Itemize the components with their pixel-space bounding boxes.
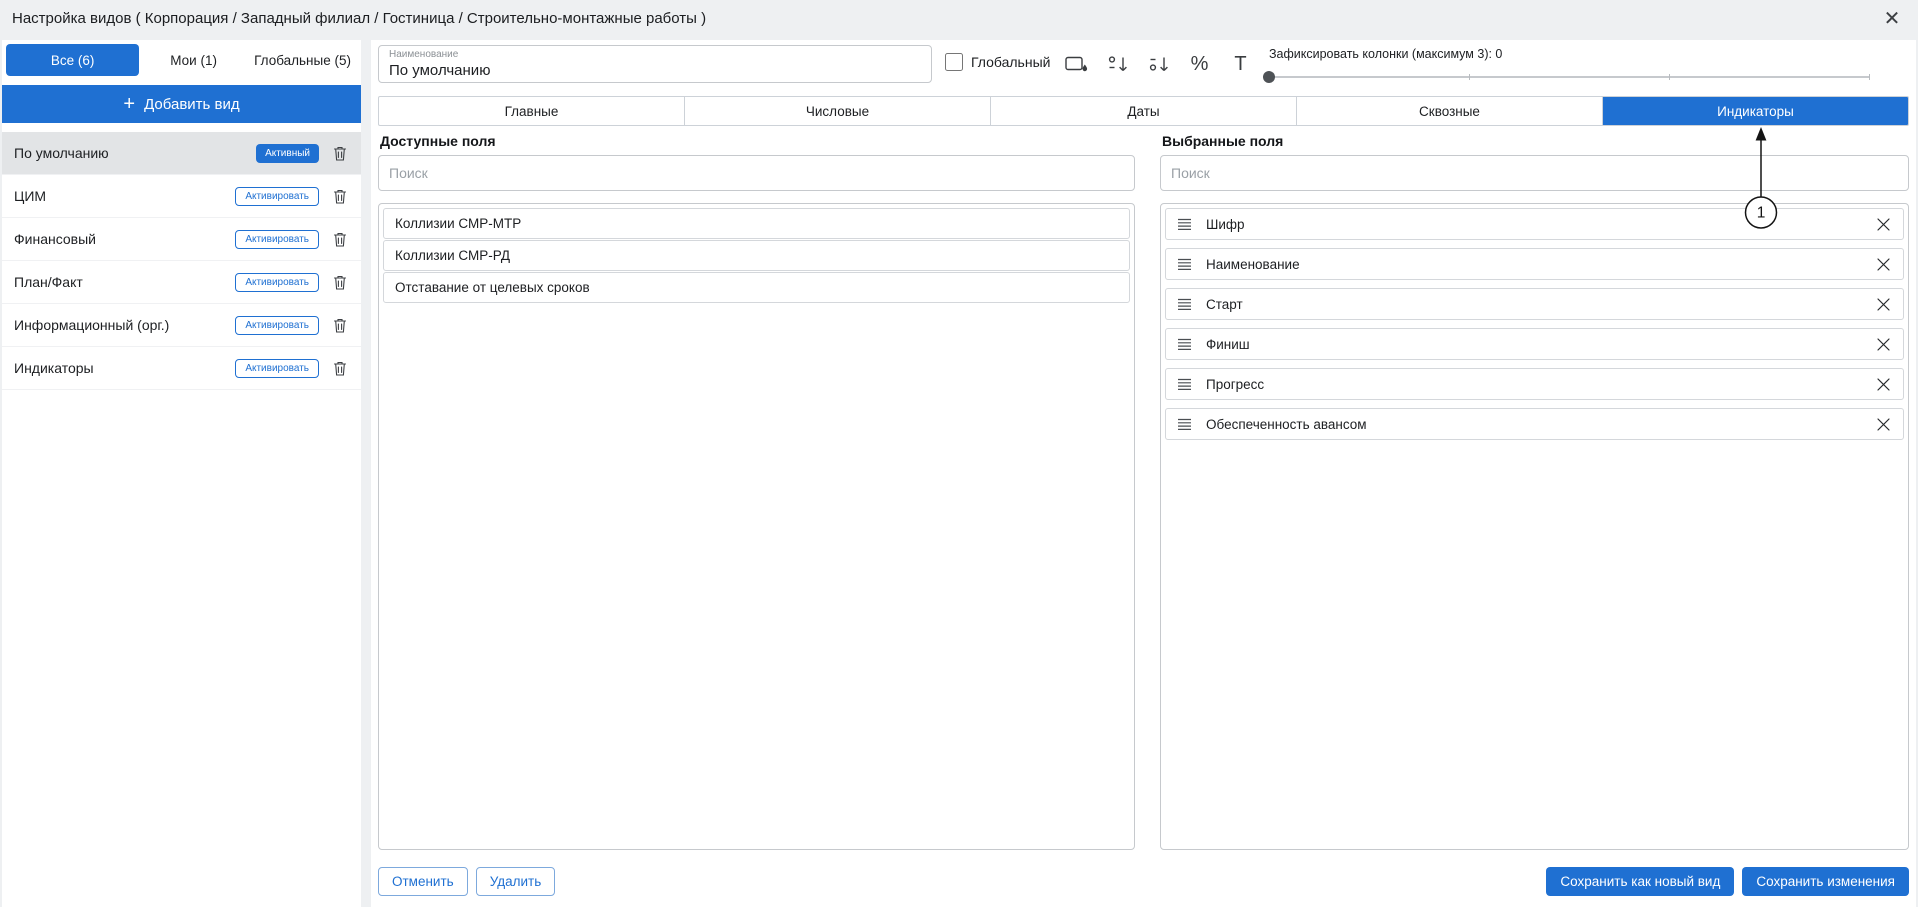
available-field-row[interactable]: Коллизии СМР-РД (383, 240, 1130, 271)
add-view-label: Добавить вид (144, 96, 240, 113)
save-as-new-view-button[interactable]: Сохранить как новый вид (1546, 867, 1734, 896)
selected-field-row[interactable]: Прогресс (1165, 368, 1904, 400)
activate-button[interactable]: Активировать (235, 187, 319, 206)
global-checkbox-group: Глобальный (945, 53, 1050, 71)
view-name: Индикаторы (14, 360, 94, 376)
selected-field-row[interactable]: Наименование (1165, 248, 1904, 280)
text-format-icon[interactable]: T (1227, 51, 1254, 78)
activate-button[interactable]: Активировать (235, 230, 319, 249)
plus-icon: + (123, 94, 135, 114)
selected-field-row[interactable]: Обеспеченность авансом (1165, 408, 1904, 440)
activate-button[interactable]: Активировать (235, 359, 319, 378)
selected-field-label: Наименование (1206, 257, 1300, 272)
remove-field-icon[interactable] (1875, 336, 1892, 353)
selected-field-row[interactable]: Старт (1165, 288, 1904, 320)
activate-button[interactable]: Активировать (235, 316, 319, 335)
available-fields-title: Доступные поля (380, 133, 496, 149)
format-toolbar: % T (1063, 50, 1254, 78)
remove-field-icon[interactable] (1875, 216, 1892, 233)
view-list: По умолчанию Активный ЦИМ Активировать (2, 132, 361, 390)
selected-field-label: Старт (1206, 297, 1243, 312)
available-fields-list: Коллизии СМР-МТР Коллизии СМР-РД Отстава… (378, 203, 1135, 850)
sidebar-tab[interactable]: Мои (1) (139, 44, 248, 76)
selected-field-label: Прогресс (1206, 377, 1264, 392)
add-view-button[interactable]: + Добавить вид (2, 85, 361, 123)
sort-ascending-icon[interactable] (1104, 51, 1131, 78)
remove-field-icon[interactable] (1875, 296, 1892, 313)
sort-descending-icon[interactable] (1145, 51, 1172, 78)
cancel-button[interactable]: Отменить (378, 867, 468, 896)
selected-fields-list: Шифр Наименование (1160, 203, 1909, 850)
field-category-tab[interactable]: Индикаторы (1603, 97, 1908, 125)
drag-handle-icon[interactable] (1177, 258, 1192, 271)
available-fields-search-input[interactable] (378, 155, 1135, 191)
page-title: Настройка видов ( Корпорация / Западный … (12, 10, 706, 27)
view-name-input[interactable] (389, 62, 919, 79)
selected-fields-title: Выбранные поля (1162, 133, 1283, 149)
window-header: Настройка видов ( Корпорация / Западный … (0, 0, 1918, 38)
selected-field-row[interactable]: Финиш (1165, 328, 1904, 360)
view-row[interactable]: Индикаторы Активировать (2, 347, 361, 390)
freeze-columns-slider[interactable] (1269, 70, 1869, 84)
field-category-tab[interactable]: Даты (991, 97, 1297, 125)
view-name: План/Факт (14, 274, 83, 290)
view-name-field-label: Наименование (389, 49, 458, 60)
view-name: Финансовый (14, 231, 96, 247)
field-category-tab[interactable]: Числовые (685, 97, 991, 125)
trash-icon[interactable] (331, 359, 349, 377)
selected-field-label: Шифр (1206, 217, 1245, 232)
available-field-row[interactable]: Коллизии СМР-МТР (383, 208, 1130, 239)
selected-field-label: Обеспеченность авансом (1206, 417, 1367, 432)
view-name: По умолчанию (14, 145, 109, 161)
view-row[interactable]: По умолчанию Активный (2, 132, 361, 175)
delete-button[interactable]: Удалить (476, 867, 556, 896)
drag-handle-icon[interactable] (1177, 418, 1192, 431)
view-row[interactable]: План/Факт Активировать (2, 261, 361, 304)
trash-icon[interactable] (331, 273, 349, 291)
sidebar-tab[interactable]: Все (6) (6, 44, 139, 76)
available-field-row[interactable]: Отставание от целевых сроков (383, 272, 1130, 303)
view-name: Информационный (орг.) (14, 317, 169, 333)
field-category-tab[interactable]: Главные (379, 97, 685, 125)
footer-right-actions: Сохранить как новый вид Сохранить измене… (1546, 867, 1909, 896)
slider-track[interactable] (1269, 76, 1869, 78)
remove-field-icon[interactable] (1875, 376, 1892, 393)
selected-fields-search-input[interactable] (1160, 155, 1909, 191)
trash-icon[interactable] (331, 144, 349, 162)
views-sidebar: Все (6) Мои (1) Глобальные (5) + Добавит… (2, 40, 361, 907)
view-row[interactable]: ЦИМ Активировать (2, 175, 361, 218)
active-status-badge: Активный (256, 144, 319, 163)
slider-thumb[interactable] (1263, 71, 1275, 83)
view-name: ЦИМ (14, 188, 46, 204)
selected-field-row[interactable]: Шифр (1165, 208, 1904, 240)
view-name-field[interactable]: Наименование (378, 45, 932, 83)
sidebar-tab[interactable]: Глобальные (5) (248, 44, 357, 76)
view-row[interactable]: Финансовый Активировать (2, 218, 361, 261)
trash-icon[interactable] (331, 187, 349, 205)
global-checkbox-label: Глобальный (971, 54, 1050, 70)
footer-left-actions: Отменить Удалить (378, 867, 555, 896)
drag-handle-icon[interactable] (1177, 338, 1192, 351)
close-icon[interactable]: ✕ (1880, 7, 1904, 31)
trash-icon[interactable] (331, 230, 349, 248)
drag-handle-icon[interactable] (1177, 298, 1192, 311)
sidebar-tabs: Все (6) Мои (1) Глобальные (5) (6, 44, 357, 76)
activate-button[interactable]: Активировать (235, 273, 319, 292)
field-category-tabs: Главные Числовые Даты Сквозные Индикатор… (378, 96, 1909, 126)
view-row[interactable]: Информационный (орг.) Активировать (2, 304, 361, 347)
save-changes-button[interactable]: Сохранить изменения (1742, 867, 1909, 896)
drag-handle-icon[interactable] (1177, 218, 1192, 231)
field-category-tab[interactable]: Сквозные (1297, 97, 1603, 125)
percent-icon[interactable]: % (1186, 51, 1213, 78)
view-editor-panel: Наименование Глобальный (371, 40, 1916, 907)
drag-handle-icon[interactable] (1177, 378, 1192, 391)
global-checkbox[interactable] (945, 53, 963, 71)
remove-field-icon[interactable] (1875, 256, 1892, 273)
fill-color-icon[interactable] (1063, 51, 1090, 78)
trash-icon[interactable] (331, 316, 349, 334)
remove-field-icon[interactable] (1875, 416, 1892, 433)
selected-field-label: Финиш (1206, 337, 1250, 352)
freeze-columns-label: Зафиксировать колонки (максимум 3): 0 (1269, 47, 1502, 61)
